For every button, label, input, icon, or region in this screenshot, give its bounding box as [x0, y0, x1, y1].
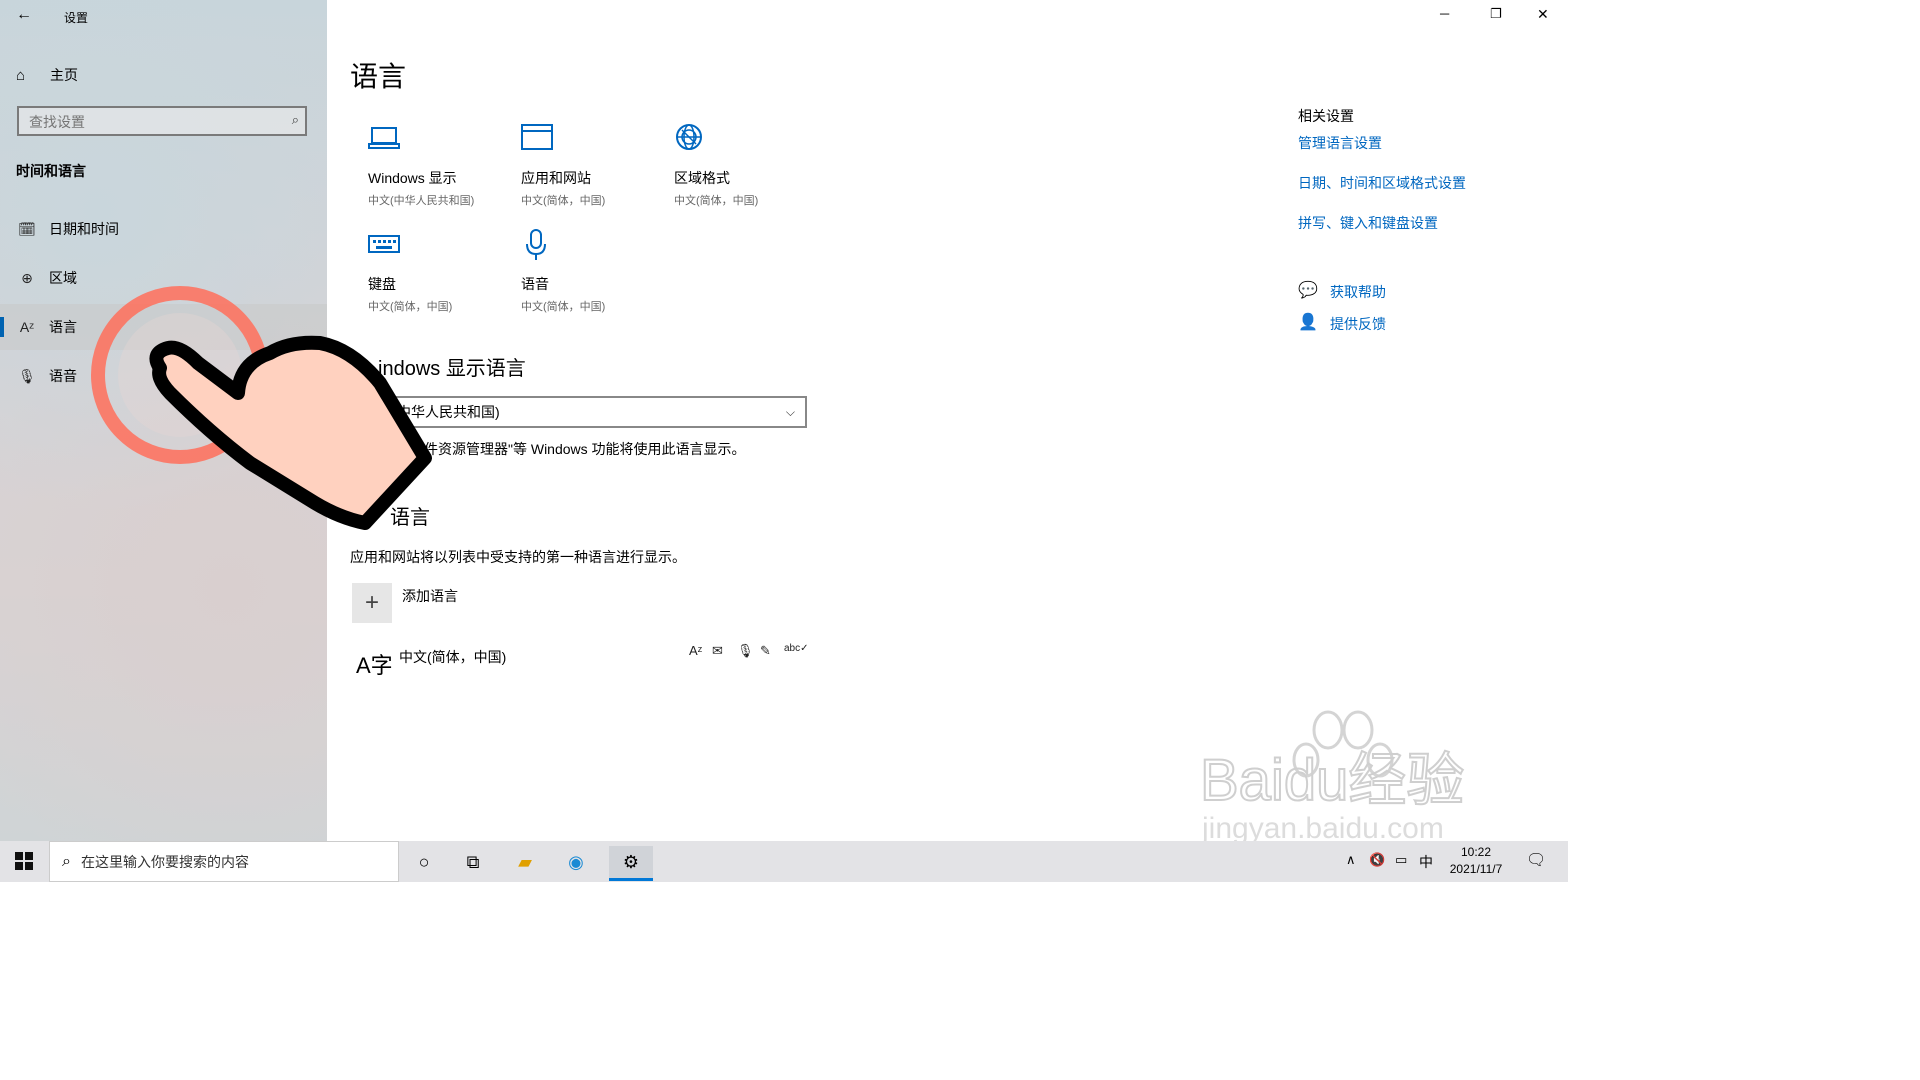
plus-icon: + — [364, 589, 379, 616]
date-time-region-link[interactable]: 日期、时间和区域格式设置 — [1298, 173, 1466, 193]
sidebar-item-label: 区域 — [49, 270, 77, 286]
tile-subtitle: 中文(简体，中国) — [521, 195, 606, 207]
ime-indicator[interactable]: 中 — [1419, 852, 1433, 872]
settings-search[interactable]: ⌕ — [17, 106, 307, 136]
edge-browser-icon[interactable]: ◉ — [558, 846, 594, 878]
tap-hand-overlay — [90, 283, 440, 543]
search-input[interactable] — [19, 108, 281, 136]
get-help-link[interactable]: 获取帮助 — [1330, 282, 1386, 302]
display-language-note: 件资源管理器"等 Windows 功能将使用此语言显示。 — [424, 441, 746, 457]
preferred-languages-note: 应用和网站将以列表中受支持的第一种语言进行显示。 — [350, 549, 686, 565]
language-pack-icon: Aᶻ — [689, 643, 703, 658]
battery-icon[interactable]: ▭ — [1395, 852, 1407, 868]
tile-regional-format[interactable]: 区域格式 中文(简体，中国) — [674, 122, 819, 208]
microphone-icon — [521, 228, 666, 268]
minimize-button[interactable]: ─ — [1440, 6, 1449, 21]
text-to-speech-icon: ✎ — [760, 643, 771, 658]
cortana-icon[interactable]: ○ — [406, 846, 442, 878]
feedback-person-icon: 👤 — [1298, 314, 1318, 331]
sidebar-item-label: 语音 — [49, 368, 77, 384]
feedback-link[interactable]: 提供反馈 — [1330, 314, 1386, 334]
sidebar-item-label: 主页 — [50, 67, 78, 83]
add-language-label[interactable]: 添加语言 — [402, 586, 458, 606]
notification-center-icon[interactable]: 🗨 — [1526, 850, 1546, 870]
baidu-watermark: Baidu经验 jingyan.baidu.com — [1199, 708, 1520, 848]
calendar-clock-icon: 🗓 — [18, 220, 36, 237]
windows-start-icon[interactable] — [14, 851, 34, 876]
sidebar-item-home[interactable]: ⌂ 主页 — [16, 62, 316, 88]
installed-language[interactable]: 中文(简体，中国) — [399, 647, 506, 667]
app-title: 设置 — [64, 11, 89, 25]
tile-subtitle: 中文(简体，中国) — [674, 195, 759, 207]
search-icon: ⌕ — [62, 852, 71, 870]
sidebar-item-date-time[interactable]: 🗓 日期和时间 — [0, 206, 327, 252]
taskbar-search[interactable]: ⌕ 在这里输入你要搜索的内容 — [49, 841, 399, 882]
tray-chevron-up-icon[interactable]: ∧ — [1346, 852, 1356, 868]
language-glyph-icon: A字 — [356, 653, 393, 678]
taskbar-clock[interactable]: 10:22 2021/11/7 — [1444, 844, 1508, 878]
tile-speech[interactable]: 语音 中文(简体，中国) — [521, 228, 666, 314]
microphone-icon: 🎙 — [18, 367, 36, 384]
taskbar-search-placeholder: 在这里输入你要搜索的内容 — [80, 853, 249, 870]
manage-language-link[interactable]: 管理语言设置 — [1298, 133, 1382, 153]
tile-title: Windows 显示 — [368, 170, 457, 186]
spelling-typing-link[interactable]: 拼写、键入和键盘设置 — [1298, 213, 1438, 233]
language-icon: Aᶻ — [19, 319, 35, 335]
tile-title: 语音 — [521, 276, 549, 292]
sidebar-item-label: 日期和时间 — [49, 221, 119, 237]
tile-subtitle: 中文(简体，中国) — [521, 301, 606, 313]
clock-time: 10:22 — [1460, 845, 1492, 859]
related-settings-title: 相关设置 — [1298, 108, 1354, 124]
speech-icon: 🎙 — [737, 643, 754, 658]
handwriting-icon: ✉ — [712, 643, 723, 658]
home-icon: ⌂ — [16, 66, 26, 84]
add-language-button[interactable]: + — [352, 583, 392, 623]
tile-title: 应用和网站 — [521, 170, 591, 186]
laptop-icon — [368, 122, 513, 162]
file-explorer-icon[interactable]: ▰ — [507, 846, 543, 878]
sidebar-item-label: 语言 — [49, 319, 77, 335]
restore-button[interactable]: ❐ — [1490, 6, 1502, 22]
spellcheck-icon: abc✓ — [784, 643, 809, 654]
tile-windows-display[interactable]: Windows 显示 中文(中华人民共和国) — [368, 122, 513, 208]
help-chat-icon: 💬 — [1298, 282, 1318, 299]
globe-region-icon: ⊕ — [21, 269, 33, 286]
clock-date: 2021/11/7 — [1449, 862, 1503, 876]
globe-format-icon — [674, 122, 819, 162]
watermark-text: Baidu经验 — [1200, 748, 1464, 813]
back-button[interactable]: ← — [12, 6, 36, 26]
settings-gear-icon[interactable]: ⚙ — [609, 846, 653, 881]
sidebar-section-title: 时间和语言 — [16, 163, 86, 179]
chevron-down-icon: ⌵ — [785, 404, 795, 419]
tile-apps-websites[interactable]: 应用和网站 中文(简体，中国) — [521, 122, 666, 208]
browser-window-icon — [521, 122, 666, 162]
close-button[interactable]: ✕ — [1537, 6, 1549, 23]
search-icon[interactable]: ⌕ — [292, 112, 299, 128]
tile-title: 区域格式 — [674, 170, 730, 186]
keyboard-icon — [368, 228, 513, 268]
tile-subtitle: 中文(中华人民共和国) — [368, 195, 475, 207]
volume-muted-icon[interactable]: 🔇 — [1369, 852, 1385, 868]
page-title: 语言 — [350, 61, 407, 92]
task-view-icon[interactable]: ⧉ — [455, 846, 491, 878]
